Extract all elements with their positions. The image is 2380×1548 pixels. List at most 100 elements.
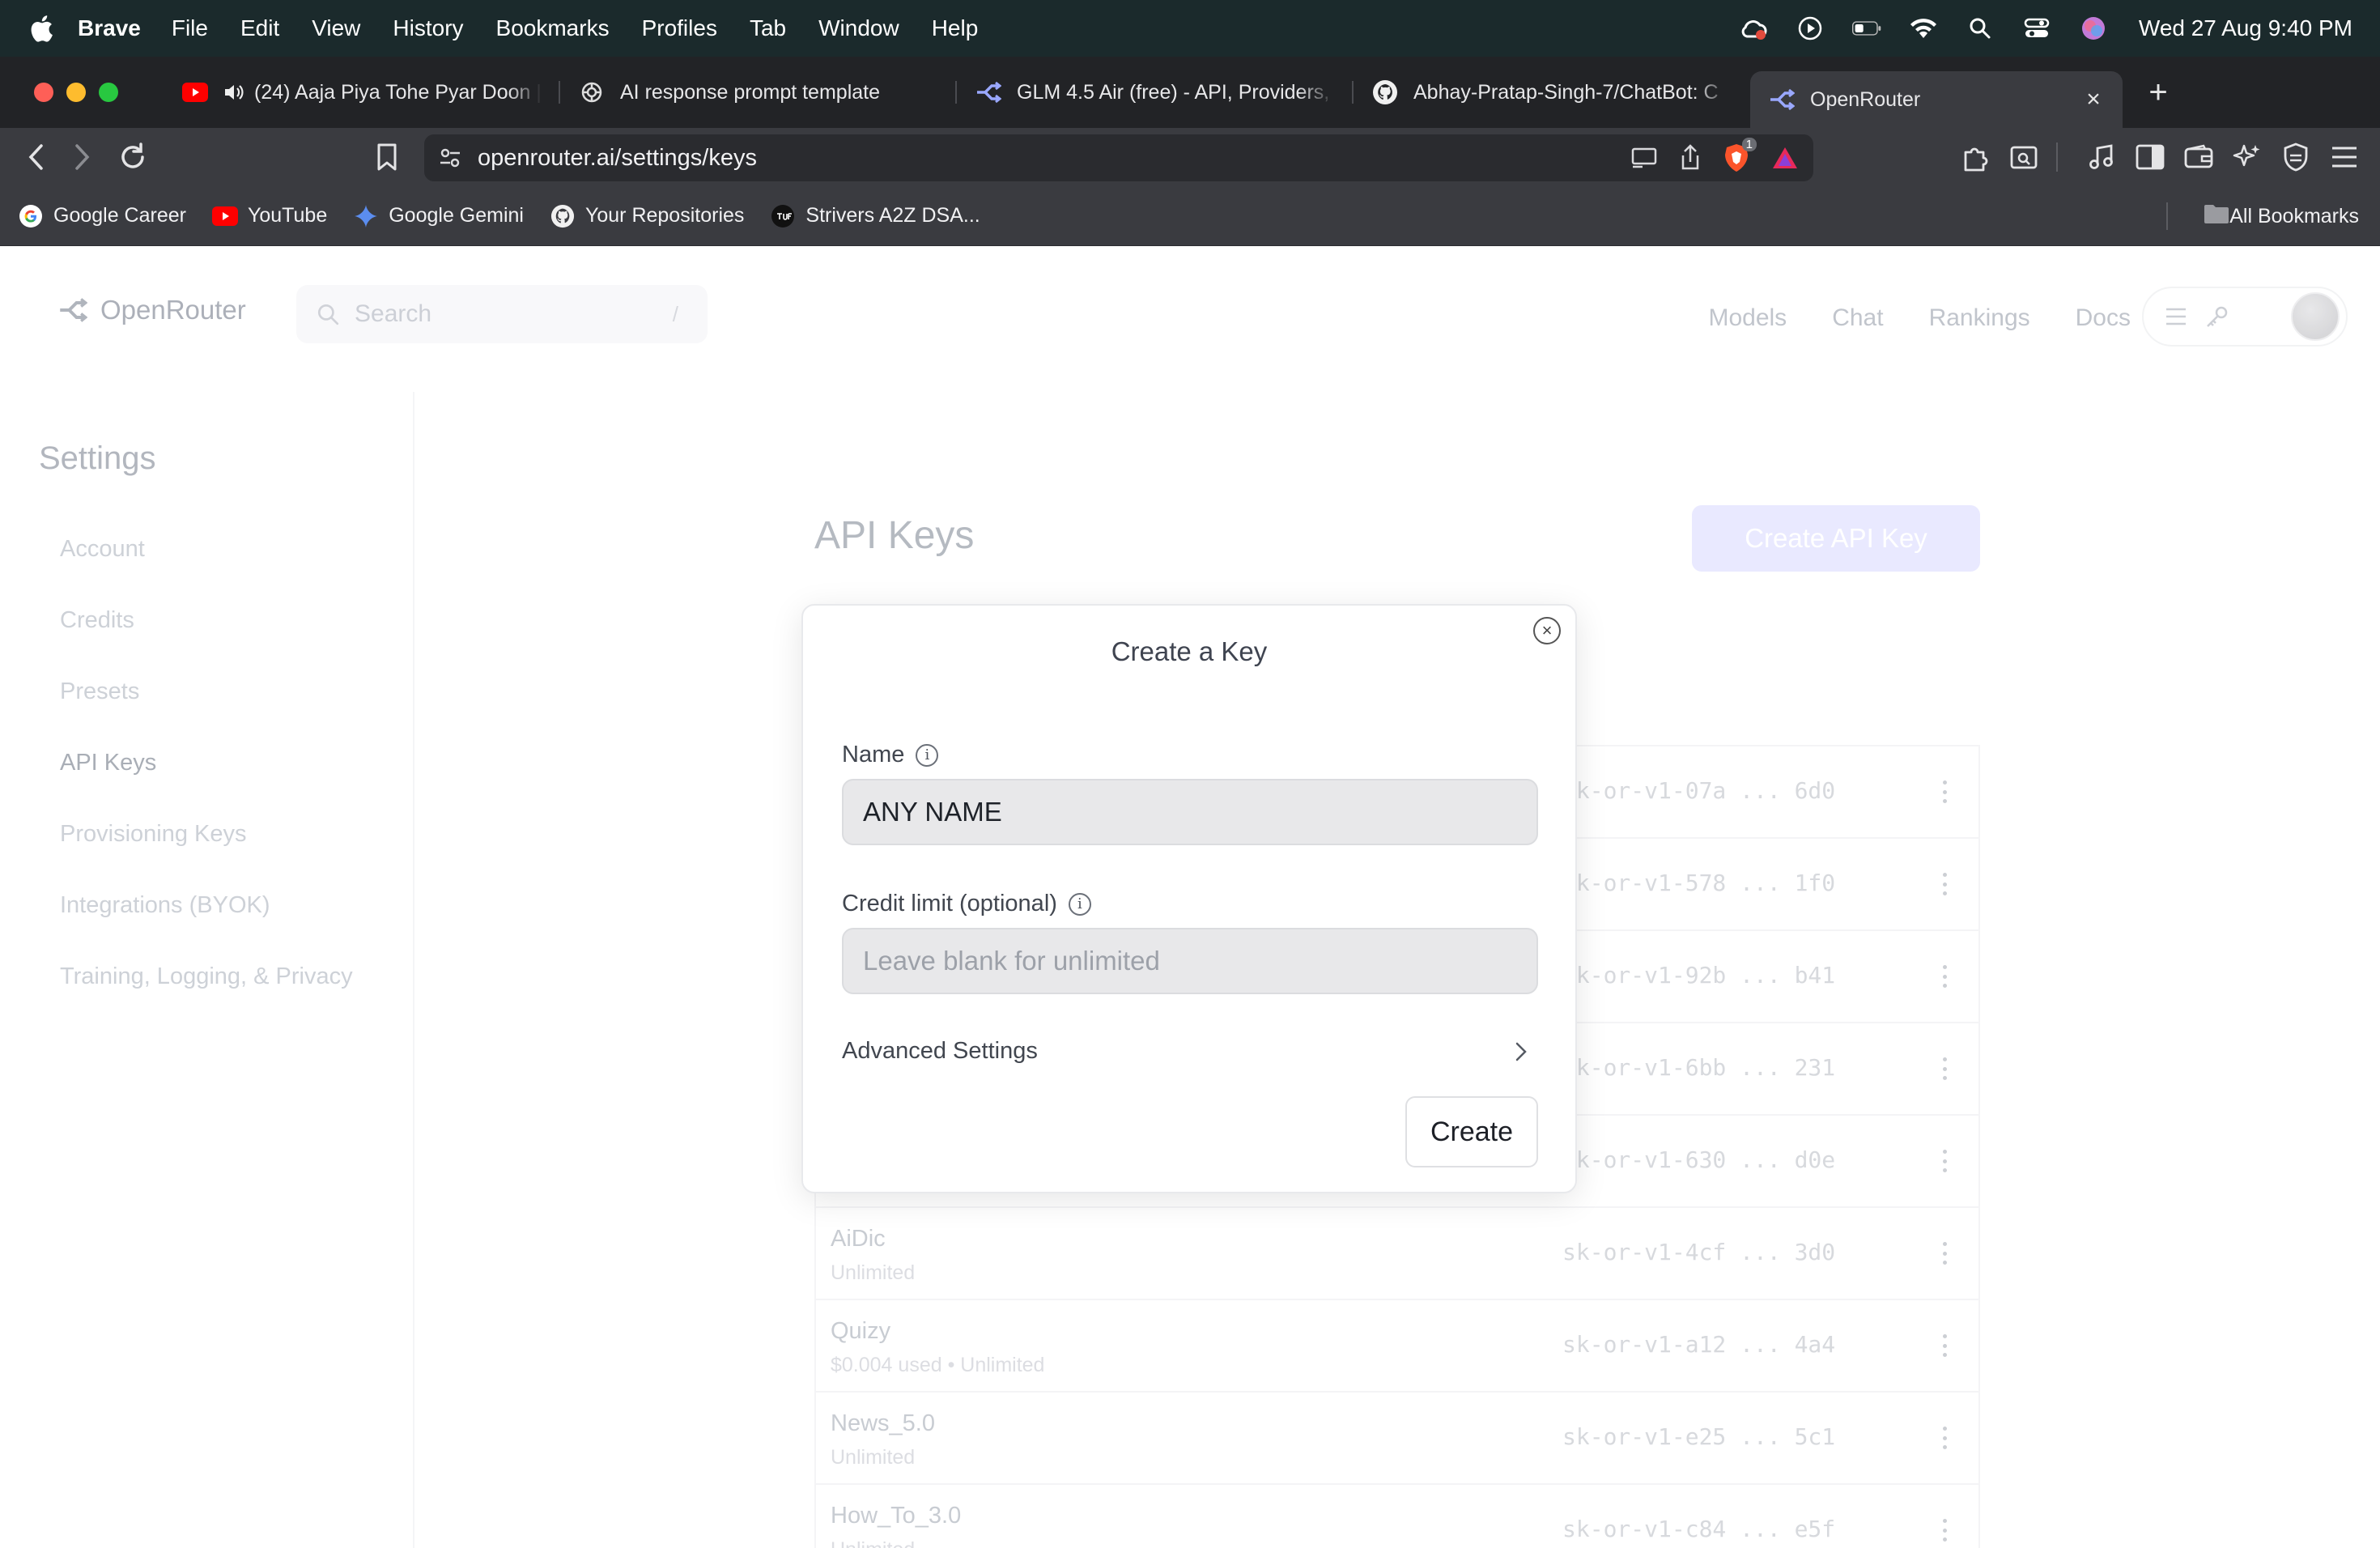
wifi-icon[interactable] — [1909, 14, 1938, 43]
chevron-right-icon — [1515, 1042, 1527, 1061]
menu-window[interactable]: Window — [818, 15, 899, 41]
modal-title: Create a Key — [1111, 636, 1268, 666]
bookmark-label: Google Gemini — [389, 204, 524, 227]
control-center-icon[interactable] — [2022, 14, 2051, 43]
speaker-icon[interactable] — [223, 83, 244, 102]
bookmark-icon[interactable] — [369, 139, 405, 175]
folder-icon — [2204, 203, 2229, 230]
menu-help[interactable]: Help — [932, 15, 979, 41]
url-text[interactable]: openrouter.ai/settings/keys — [478, 145, 757, 172]
menu-file[interactable]: File — [172, 15, 208, 41]
bookmarks-divider — [2166, 202, 2168, 230]
tab-label: GLM 4.5 Air (free) - API, Providers, — [1017, 80, 1330, 104]
all-bookmarks-label: All Bookmarks — [2229, 204, 2359, 228]
bookmark-label: Google Career — [53, 204, 186, 227]
bookmark-youtube[interactable]: YouTube — [211, 203, 328, 229]
vpn-shield-icon[interactable] — [2278, 139, 2314, 175]
google-icon — [18, 203, 44, 229]
brave-rewards-icon[interactable] — [1771, 146, 1799, 170]
youtube-icon — [181, 79, 209, 106]
tab-github[interactable]: Abhay-Pratap-Singh-7/ChatBot: C — [1354, 68, 1750, 117]
reader-mode-icon[interactable] — [2006, 139, 2042, 175]
bookmark-google-career[interactable]: Google Career — [18, 203, 186, 229]
menu-app-name[interactable]: Brave — [78, 15, 141, 41]
tab-label: AI response prompt template — [620, 80, 880, 104]
github-icon — [550, 203, 576, 229]
bookmark-strivers[interactable]: Strivers A2Z DSA... — [770, 203, 980, 229]
zoom-window-button[interactable] — [99, 83, 118, 102]
bookmarks-bar: Google Career YouTube Google Gemini Your… — [0, 186, 2380, 246]
close-window-button[interactable] — [34, 83, 53, 102]
credit-label-text: Credit limit (optional) — [842, 891, 1057, 916]
name-field-label: Name i — [842, 742, 939, 768]
credit-limit-field-label: Credit limit (optional) i — [842, 891, 1091, 917]
battery-icon[interactable] — [1851, 14, 1881, 43]
forward-icon[interactable] — [65, 139, 100, 175]
github-icon — [1371, 79, 1399, 106]
name-label-text: Name — [842, 742, 905, 768]
back-icon[interactable] — [18, 139, 53, 175]
menu-bookmarks[interactable]: Bookmarks — [496, 15, 610, 41]
close-tab-icon[interactable]: × — [2082, 86, 2105, 113]
menu-hamburger-icon[interactable] — [2327, 139, 2362, 175]
bookmark-label: Strivers A2Z DSA... — [805, 204, 980, 227]
openrouter-icon — [975, 79, 1002, 106]
openrouter-icon — [1768, 86, 1796, 113]
name-input[interactable] — [842, 779, 1538, 845]
tab-youtube[interactable]: (24) Aaja Piya Tohe Pyar Doon | — [164, 68, 560, 117]
webpage: OpenRouter Search / Models Chat Rankings… — [0, 246, 2380, 1548]
bookmark-label: Your Repositories — [584, 204, 745, 227]
play-circle-icon[interactable] — [1796, 14, 1825, 43]
youtube-icon — [211, 203, 238, 229]
spotlight-search-icon[interactable] — [1966, 14, 1995, 43]
menu-tab[interactable]: Tab — [750, 15, 786, 41]
share-icon[interactable] — [1679, 144, 1702, 172]
create-button[interactable]: Create — [1405, 1096, 1538, 1167]
advanced-settings-label: Advanced Settings — [842, 1038, 1038, 1064]
gemini-icon — [353, 203, 379, 229]
cast-icon[interactable] — [1630, 147, 1658, 169]
macos-menu-bar: Brave File Edit View History Bookmarks P… — [0, 0, 2380, 57]
extensions-icon[interactable] — [1957, 139, 1993, 175]
credit-limit-input[interactable] — [842, 928, 1538, 994]
chatgpt-icon — [578, 79, 606, 106]
browser-tab-strip: (24) Aaja Piya Tohe Pyar Doon | AI respo… — [0, 57, 2380, 128]
creative-cloud-icon[interactable] — [1739, 14, 1768, 43]
tab-chatgpt[interactable]: AI response prompt template — [560, 68, 957, 117]
tab-glm[interactable]: GLM 4.5 Air (free) - API, Providers, — [957, 68, 1354, 117]
music-icon[interactable] — [2084, 139, 2119, 175]
bookmark-label: YouTube — [247, 204, 328, 227]
tab-label: OpenRouter — [1810, 87, 1921, 111]
minimize-window-button[interactable] — [66, 83, 86, 102]
menu-history[interactable]: History — [393, 15, 463, 41]
info-icon[interactable]: i — [916, 743, 939, 767]
all-bookmarks-button[interactable]: All Bookmarks — [2204, 186, 2359, 246]
browser-toolbar: openrouter.ai/settings/keys 1 — [0, 128, 2380, 186]
toolbar-divider — [2056, 142, 2058, 172]
apple-icon[interactable] — [29, 15, 53, 42]
siri-icon[interactable] — [2079, 14, 2108, 43]
brave-shields-icon[interactable]: 1 — [1723, 138, 1757, 173]
bookmark-your-repositories[interactable]: Your Repositories — [550, 203, 744, 229]
reload-icon[interactable] — [115, 139, 151, 175]
tab-openrouter-active[interactable]: OpenRouter × — [1750, 71, 2123, 128]
leo-ai-icon[interactable] — [2229, 139, 2265, 175]
tuf-icon — [770, 203, 796, 229]
advanced-settings-toggle[interactable]: Advanced Settings — [842, 1038, 1528, 1065]
wallet-icon[interactable] — [2181, 139, 2216, 175]
site-settings-icon[interactable] — [439, 147, 461, 169]
sidebar-toggle-icon[interactable] — [2132, 139, 2168, 175]
bookmark-google-gemini[interactable]: Google Gemini — [353, 203, 524, 229]
new-tab-button[interactable]: + — [2142, 74, 2174, 111]
tab-label: (24) Aaja Piya Tohe Pyar Doon | — [254, 80, 542, 104]
window-controls — [34, 83, 118, 102]
menu-view[interactable]: View — [312, 15, 360, 41]
menu-profiles[interactable]: Profiles — [642, 15, 717, 41]
shields-badge: 1 — [1741, 138, 1757, 151]
create-key-modal: × Create a Key Name i Credit limit (opti… — [801, 604, 1577, 1193]
info-icon[interactable]: i — [1068, 892, 1091, 916]
address-bar[interactable]: openrouter.ai/settings/keys 1 — [424, 134, 1813, 181]
menu-clock[interactable]: Wed 27 Aug 9:40 PM — [2139, 15, 2352, 41]
tab-label: Abhay-Pratap-Singh-7/ChatBot: C — [1413, 80, 1719, 104]
menu-edit[interactable]: Edit — [240, 15, 279, 41]
